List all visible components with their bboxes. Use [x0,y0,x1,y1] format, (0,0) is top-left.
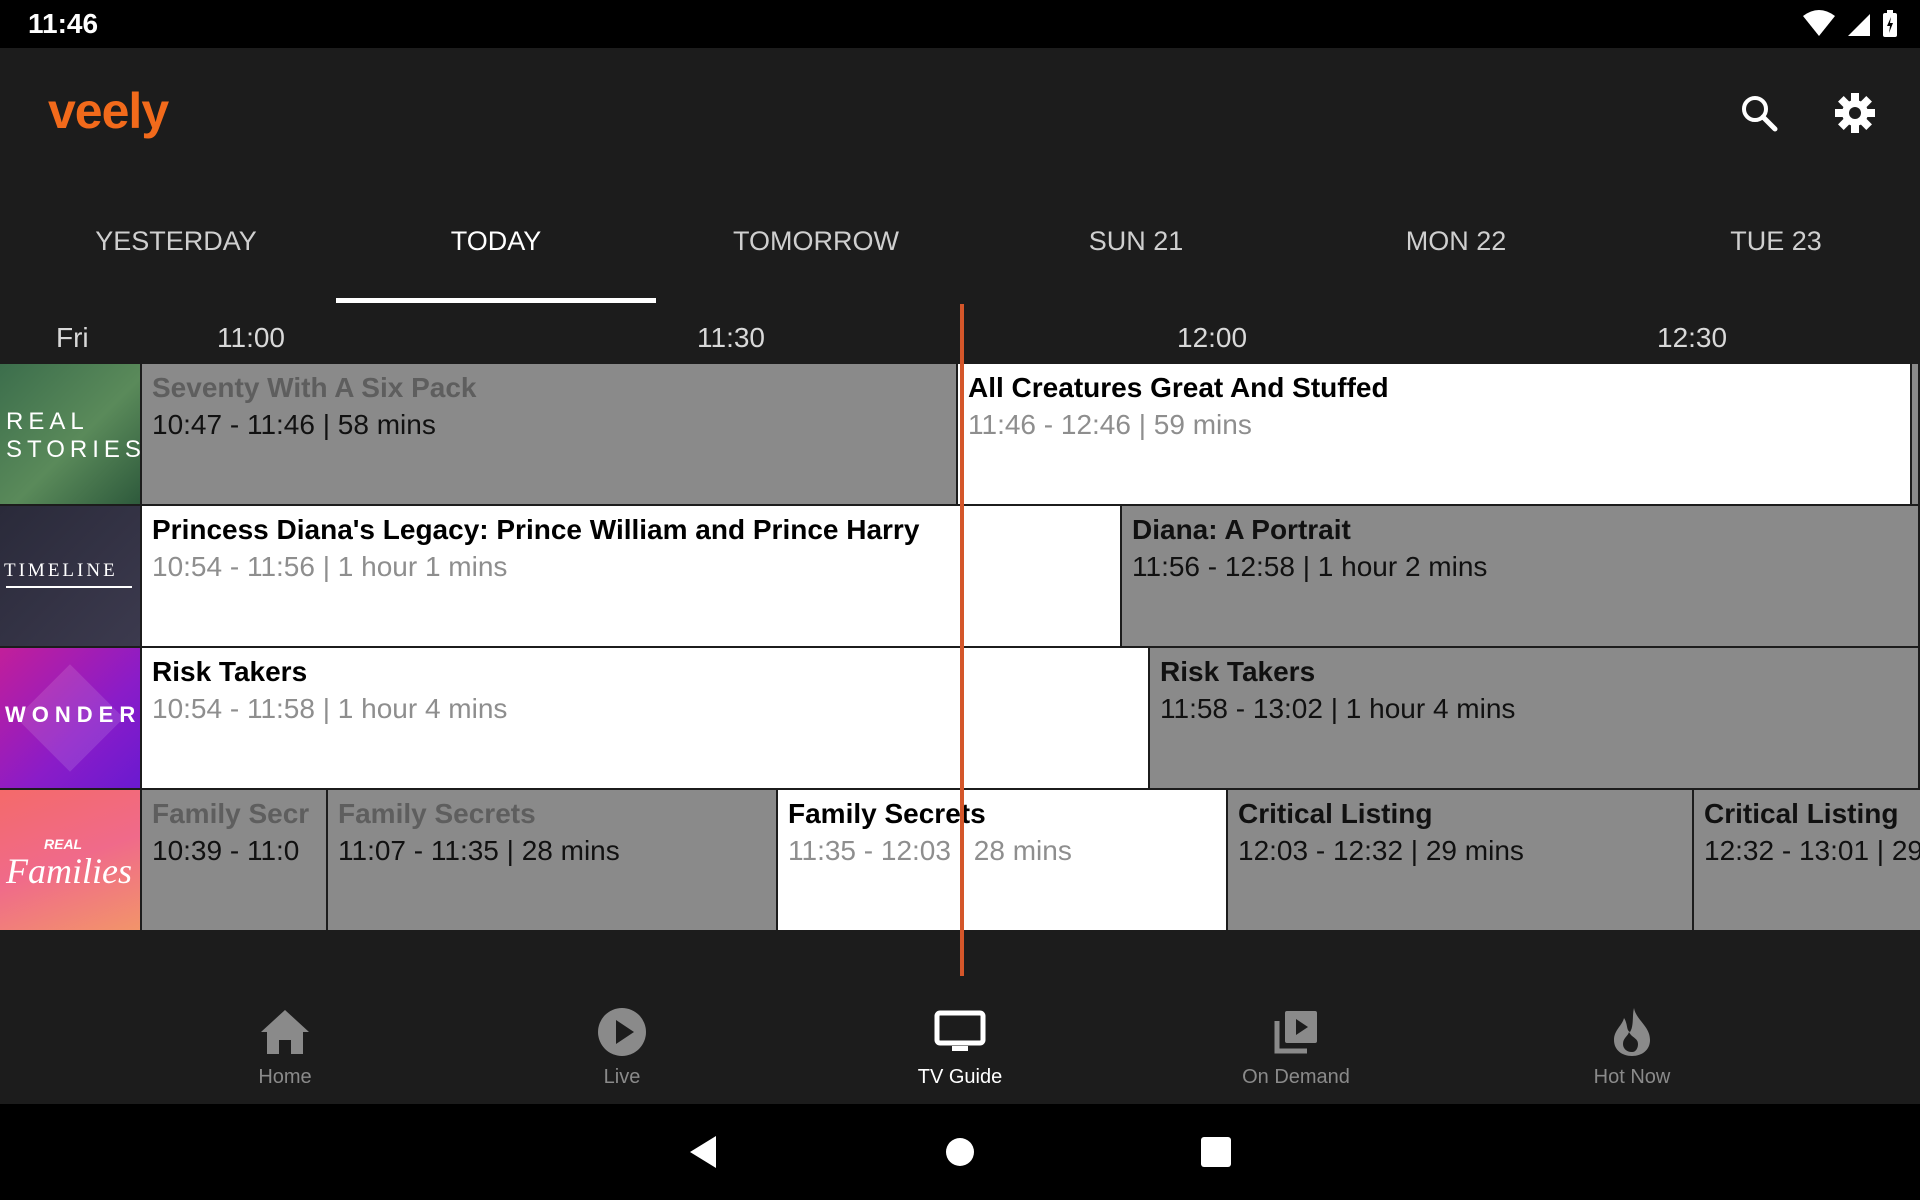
program-tile[interactable]: Family Secrets 11:35 - 12:03 | 28 mins [778,790,1228,930]
program-tile[interactable] [1912,364,1920,504]
program-tile[interactable]: Diana: A Portrait 11:56 - 12:58 | 1 hour… [1122,506,1920,646]
program-title: Princess Diana's Legacy: Prince William … [152,514,920,545]
program-time: 11:58 - 13:02 | 1 hour 4 mins [1160,693,1516,724]
status-icons [1802,10,1898,38]
bottom-navigation: Home Live TV Guide On Demand Hot Now [0,976,1920,1104]
channel-logo-text: REAL [6,408,89,435]
program-time: 10:47 - 11:46 | 58 mins [152,409,436,440]
tab-tomorrow[interactable]: TOMORROW [656,178,976,304]
program-title: Critical Listing [1238,798,1433,829]
program-time: 12:32 - 13:01 | 29 [1704,835,1920,866]
tv-icon [934,1010,986,1051]
program-time: 11:35 - 12:03 | 28 mins [788,835,1072,866]
program-tile[interactable]: Risk Takers 10:54 - 11:58 | 1 hour 4 min… [142,648,1150,788]
program-tile[interactable]: Critical Listing 12:32 - 13:01 | 29 [1694,790,1920,930]
time-label: 12:30 [1657,322,1728,353]
channel-logo-text: TIMELINE [4,560,118,581]
video-library-icon [1274,1011,1317,1054]
channel-logo-text: STORIES [6,436,140,463]
app-bar: veely [0,48,1920,178]
active-tab-indicator [336,298,656,303]
program-title: Family Secrets [338,798,536,829]
system-navigation-bar [0,1104,1920,1200]
nav-hot-now[interactable]: Hot Now [1532,976,1732,1104]
wifi-icon [1803,10,1835,36]
status-time: 11:46 [28,8,99,39]
program-title: Critical Listing [1704,798,1899,829]
program-title: Diana: A Portrait [1132,514,1351,545]
signal-icon [1848,14,1870,36]
program-tile[interactable]: Risk Takers 11:58 - 13:02 | 1 hour 4 min… [1150,648,1920,788]
time-label: 12:00 [1177,322,1248,353]
nav-label: TV Guide [917,1066,1003,1088]
tab-tue-23[interactable]: TUE 23 [1616,178,1920,304]
program-tile[interactable]: Princess Diana's Legacy: Prince William … [142,506,1122,646]
search-button[interactable] [1734,88,1784,138]
program-time: 10:54 - 11:58 | 1 hour 4 mins [152,693,508,724]
channel-logo-text: WONDER [5,702,140,727]
program-title: Seventy With A Six Pack [152,372,477,403]
time-label: 11:30 [697,322,765,353]
program-time: 11:46 - 12:46 | 59 mins [968,409,1252,440]
flame-icon [1614,1008,1650,1056]
channel-logo-real-families[interactable]: REAL Families [0,790,140,930]
nav-label: On Demand [1242,1066,1350,1088]
current-time-indicator [960,304,964,976]
battery-icon [1883,10,1897,37]
channel-logo-timeline[interactable]: TIMELINE [0,506,140,646]
program-time: 10:39 - 11:0 [152,835,300,866]
settings-button[interactable] [1830,88,1880,138]
tab-yesterday[interactable]: YESTERDAY [16,178,336,304]
program-title: Family Secrets [788,798,986,829]
program-title: Risk Takers [152,656,308,687]
program-time: 11:56 - 12:58 | 1 hour 2 mins [1132,551,1488,582]
recents-icon[interactable] [1196,1132,1236,1172]
nav-label: Home [258,1066,312,1088]
program-title: All Creatures Great And Stuffed [968,372,1389,403]
day-label: Fri [56,322,89,353]
program-tile[interactable]: Seventy With A Six Pack 10:47 - 11:46 | … [142,364,958,504]
nav-tv-guide[interactable]: TV Guide [860,976,1060,1104]
gear-icon [1835,93,1875,133]
tab-mon-22[interactable]: MON 22 [1296,178,1616,304]
back-icon[interactable] [684,1132,724,1172]
channel-logo-real-stories[interactable]: REAL STORIES [0,364,140,504]
date-tabs: YESTERDAY TODAY TOMORROW SUN 21 MON 22 T… [0,178,1920,304]
search-icon [1742,96,1778,132]
program-title: Risk Takers [1160,656,1316,687]
channel-logo-wonder[interactable]: WONDER [0,648,140,788]
program-time: 11:07 - 11:35 | 28 mins [338,835,620,866]
nav-home[interactable]: Home [185,976,385,1104]
tab-today[interactable]: TODAY [336,178,656,304]
veely-logo: veely [48,83,169,139]
play-circle-icon [598,1008,646,1056]
program-title: Family Secr [152,798,310,829]
program-tile[interactable]: All Creatures Great And Stuffed 11:46 - … [958,364,1912,504]
channel-logo-text: Families [6,851,132,891]
nav-label: Hot Now [1593,1066,1671,1088]
tab-sun-21[interactable]: SUN 21 [976,178,1296,304]
program-tile[interactable]: Family Secrets 11:07 - 11:35 | 28 mins [328,790,778,930]
status-bar: 11:46 [0,0,1920,48]
nav-on-demand[interactable]: On Demand [1196,976,1396,1104]
nav-live[interactable]: Live [522,976,722,1104]
home-icon [261,1010,309,1054]
program-time: 10:54 - 11:56 | 1 hour 1 mins [152,551,508,582]
app-root: 11:46 veely YESTERDAY TODAY TOMORROW SUN… [0,0,1920,1200]
app-actions [1734,88,1880,138]
home-button-icon[interactable] [940,1132,980,1172]
program-time: 12:03 - 12:32 | 29 mins [1238,835,1524,866]
time-label: 11:00 [217,322,285,353]
program-tile[interactable]: Critical Listing 12:03 - 12:32 | 29 mins [1228,790,1694,930]
program-tile[interactable]: Family Secr 10:39 - 11:0 [142,790,328,930]
nav-label: Live [603,1066,641,1088]
